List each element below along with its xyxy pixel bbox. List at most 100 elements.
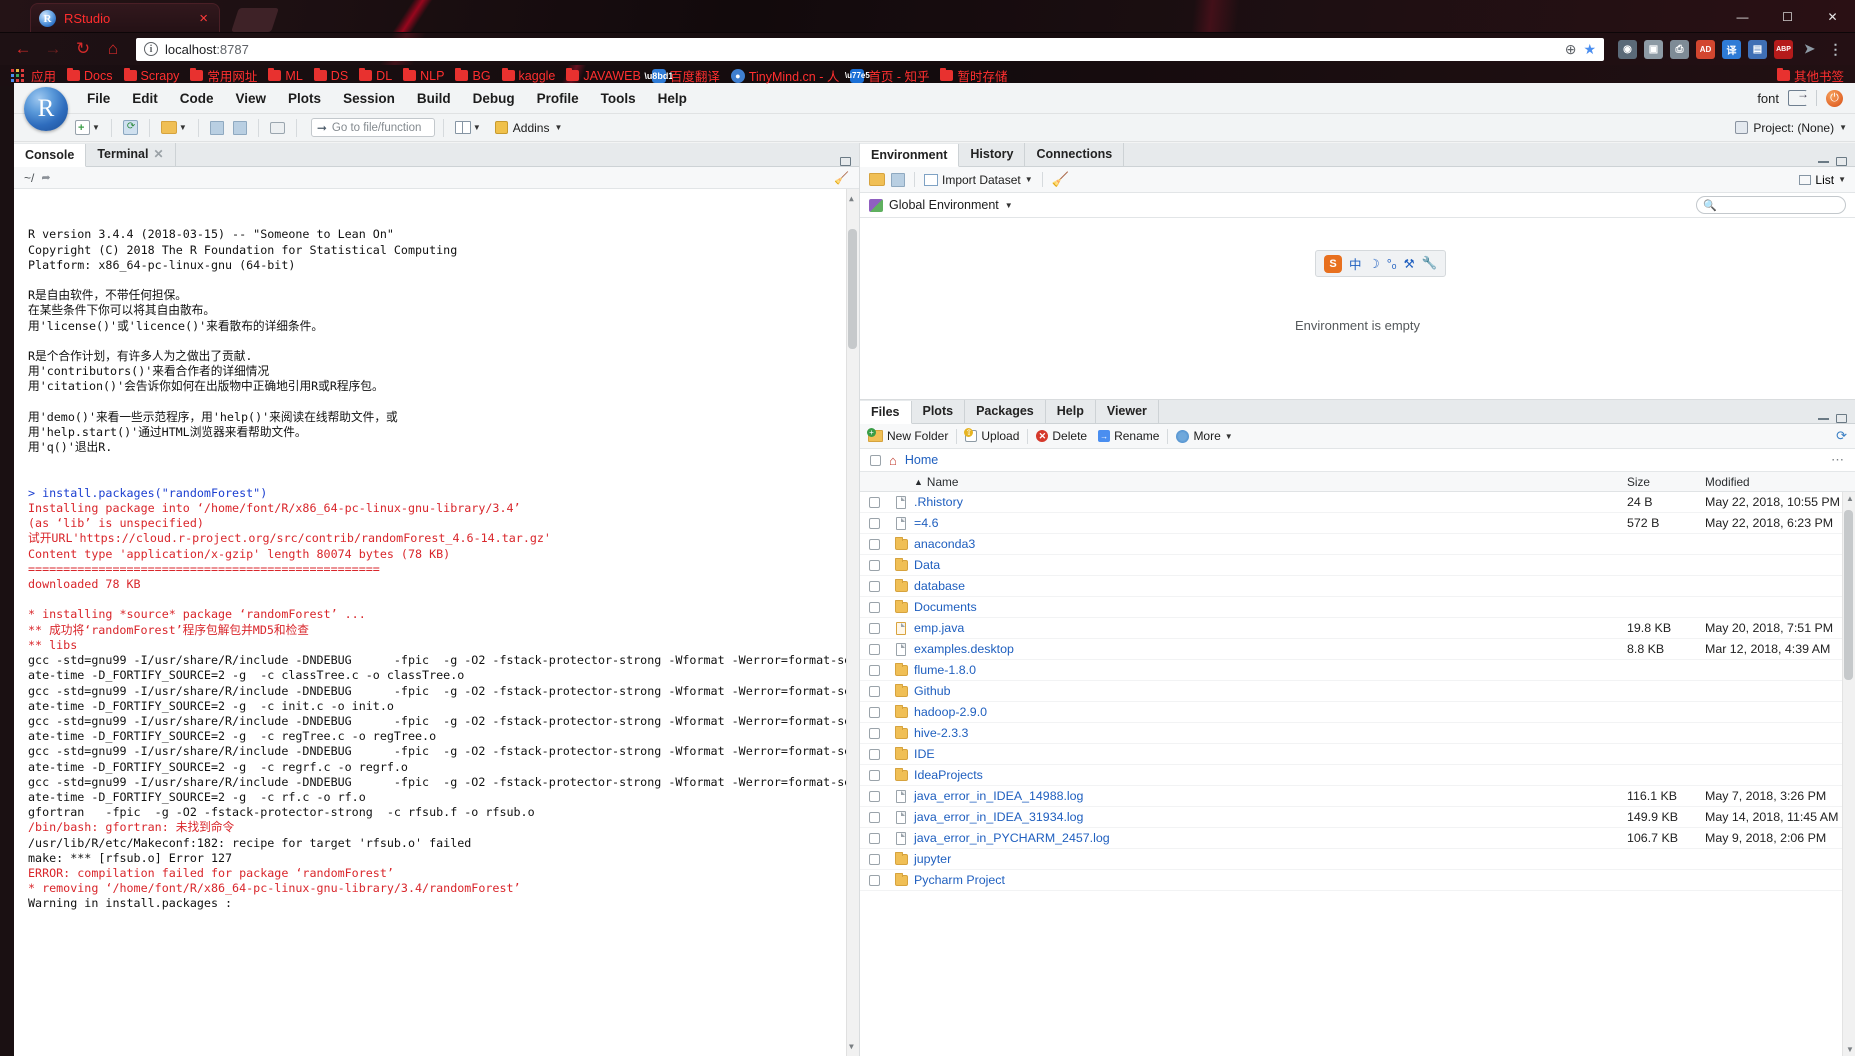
checkbox-icon[interactable] <box>868 832 880 844</box>
scroll-down-icon[interactable]: ▼ <box>849 1039 854 1054</box>
tab-history[interactable]: History <box>959 143 1026 166</box>
files-list[interactable]: .Rhistory 24 B May 22, 2018, 10:55 PM =4.6 5… <box>860 492 1855 1056</box>
ime-settings-icon[interactable]: 🔧 <box>1422 256 1438 271</box>
zoom-icon[interactable]: ⊕ <box>1565 41 1577 58</box>
ime-mode-chinese[interactable]: 中 <box>1349 254 1362 273</box>
scroll-thumb[interactable] <box>848 229 857 349</box>
pocket-extension-icon[interactable]: ◉ <box>1618 39 1637 59</box>
table-row[interactable]: Github <box>860 681 1855 702</box>
checkbox-icon[interactable] <box>868 769 880 781</box>
scroll-thumb[interactable] <box>1844 510 1853 680</box>
adblock-extension-icon[interactable]: AD <box>1696 39 1715 59</box>
select-all-checkbox[interactable] <box>870 454 881 466</box>
working-directory[interactable]: ~/ <box>24 171 34 185</box>
table-row[interactable]: jupyter <box>860 849 1855 870</box>
tab-terminal[interactable]: Terminal ✕ <box>86 143 176 166</box>
menu-code[interactable]: Code <box>169 87 225 110</box>
table-row[interactable]: hive-2.3.3 <box>860 723 1855 744</box>
save-icon[interactable] <box>207 119 227 137</box>
row-checkbox[interactable] <box>860 559 888 571</box>
search-input[interactable]: ➞ Go to file/function <box>310 118 435 137</box>
table-row[interactable]: examples.desktop 8.8 KB Mar 12, 2018, 4:39… <box>860 639 1855 660</box>
file-name-link[interactable]: emp.java <box>914 621 1627 635</box>
files-scrollbar[interactable]: ▲ ▼ <box>1842 492 1855 1056</box>
row-checkbox[interactable] <box>860 538 888 550</box>
minimize-pane-icon[interactable] <box>1818 160 1829 163</box>
row-checkbox[interactable] <box>860 643 888 655</box>
tab-environment[interactable]: Environment <box>860 144 960 167</box>
send-extension-icon[interactable]: ➤ <box>1800 40 1819 59</box>
file-name-link[interactable]: database <box>914 579 1627 593</box>
file-name-link[interactable]: anaconda3 <box>914 537 1627 551</box>
new-file-icon[interactable]: + ▼ <box>72 118 103 137</box>
tab-console[interactable]: Console <box>14 144 87 167</box>
checkbox-icon[interactable] <box>868 727 880 739</box>
back-icon[interactable]: ← <box>10 36 36 62</box>
file-name-link[interactable]: examples.desktop <box>914 642 1627 656</box>
scroll-up-icon[interactable]: ▲ <box>1846 494 1854 503</box>
file-name-link[interactable]: java_error_in_IDEA_31934.log <box>914 810 1627 824</box>
bookmark-bg[interactable]: BG <box>451 67 494 83</box>
ime-moon-icon[interactable]: ☽ <box>1369 256 1380 271</box>
table-row[interactable]: hadoop-2.9.0 <box>860 702 1855 723</box>
bookmark-common-sites[interactable]: 常用网址 <box>186 66 261 85</box>
bookmark-scrapy[interactable]: Scrapy <box>120 67 184 83</box>
checkbox-icon[interactable] <box>868 790 880 802</box>
row-checkbox[interactable] <box>860 622 888 634</box>
project-selector[interactable]: Project: (None) ▼ <box>1735 121 1847 135</box>
bookmark-baidu-translate[interactable]: \u8bd1 百度翻译 <box>644 66 724 85</box>
scroll-down-icon[interactable]: ▼ <box>1846 1045 1854 1054</box>
file-name-link[interactable]: java_error_in_IDEA_14988.log <box>914 789 1627 803</box>
browser-tab-rstudio[interactable]: R RStudio × <box>30 3 220 32</box>
checkbox-icon[interactable] <box>868 874 880 886</box>
table-row[interactable]: Pycharm Project <box>860 870 1855 891</box>
bookmark-nlp[interactable]: NLP <box>399 67 448 83</box>
row-checkbox[interactable] <box>860 874 888 886</box>
file-name-link[interactable]: Documents <box>914 600 1627 614</box>
delete-button[interactable]: ✕ Delete <box>1036 429 1087 443</box>
menu-edit[interactable]: Edit <box>121 87 169 110</box>
print-extension-icon[interactable]: ⎙ <box>1670 39 1689 59</box>
checkbox-icon[interactable] <box>868 685 880 697</box>
maximize-icon[interactable]: ☐ <box>1765 0 1810 32</box>
file-name-link[interactable]: Github <box>914 684 1627 698</box>
more-button[interactable]: More ▼ <box>1176 429 1233 443</box>
row-checkbox[interactable] <box>860 727 888 739</box>
bookmark-tinymind[interactable]: ● TinyMind.cn - 人 <box>727 66 844 85</box>
checkbox-icon[interactable] <box>868 811 880 823</box>
bookmark-temp-storage[interactable]: 暂时存储 <box>936 66 1011 85</box>
print-icon[interactable] <box>267 120 288 136</box>
checkbox-icon[interactable] <box>868 538 880 550</box>
rename-button[interactable]: → Rename <box>1098 429 1159 443</box>
environment-search-input[interactable]: 🔍 <box>1696 196 1846 214</box>
abp-extension-icon[interactable]: ABP <box>1774 39 1793 59</box>
file-name-link[interactable]: .Rhistory <box>914 495 1627 509</box>
browser-menu-icon[interactable]: ⋮ <box>1826 40 1845 59</box>
environment-scope-selector[interactable]: Global Environment ▼ 🔍 <box>860 193 1855 218</box>
power-icon[interactable]: ⏻ <box>1826 89 1843 107</box>
row-checkbox[interactable] <box>860 832 888 844</box>
table-row[interactable]: anaconda3 <box>860 534 1855 555</box>
minimize-pane-icon[interactable] <box>1818 417 1829 420</box>
tab-viewer[interactable]: Viewer <box>1096 400 1159 423</box>
row-checkbox[interactable] <box>860 853 888 865</box>
file-name-link[interactable]: IdeaProjects <box>914 768 1627 782</box>
row-checkbox[interactable] <box>860 769 888 781</box>
table-row[interactable]: java_error_in_IDEA_14988.log 116.1 KB May … <box>860 786 1855 807</box>
table-row[interactable]: IdeaProjects <box>860 765 1855 786</box>
ime-toolbar[interactable]: S 中 ☽ °ₒ ⚒ 🔧 <box>1315 250 1447 277</box>
camera-extension-icon[interactable]: ▣ <box>1644 39 1663 59</box>
row-checkbox[interactable] <box>860 664 888 676</box>
save-workspace-icon[interactable] <box>891 172 905 187</box>
checkbox-icon[interactable] <box>868 580 880 592</box>
window-close-icon[interactable]: ✕ <box>1810 0 1855 32</box>
row-checkbox[interactable] <box>860 706 888 718</box>
bookmark-docs[interactable]: Docs <box>63 67 116 83</box>
table-row[interactable]: database <box>860 576 1855 597</box>
open-file-icon[interactable]: ▼ <box>158 119 190 136</box>
maximize-pane-icon[interactable] <box>1836 414 1847 423</box>
bookmark-star-icon[interactable]: ★ <box>1583 41 1596 58</box>
chevron-down-icon[interactable]: ▼ <box>473 123 481 132</box>
scroll-up-icon[interactable]: ▲ <box>849 191 854 206</box>
chevron-down-icon[interactable]: ▼ <box>554 123 562 132</box>
